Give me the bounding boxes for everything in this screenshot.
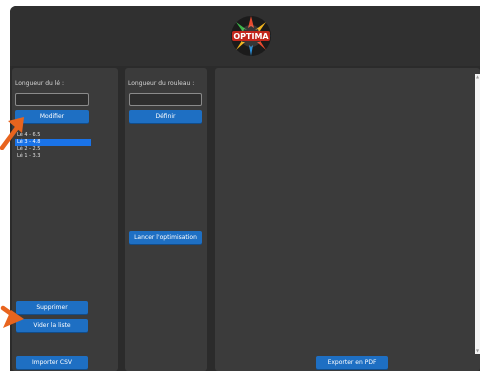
clear-list-button[interactable]: Vider la liste	[16, 319, 88, 332]
roll-input[interactable]	[129, 93, 202, 106]
scroll-down-icon[interactable]: ▼	[475, 348, 480, 354]
export-pdf-button[interactable]: Exporter en PDF	[316, 356, 388, 369]
length-label: Longueur du lé :	[15, 80, 64, 87]
roll-panel: Longueur du rouleau : Définir Lancer l'o…	[125, 68, 207, 371]
define-button[interactable]: Définir	[129, 110, 202, 123]
roll-label: Longueur du rouleau :	[128, 80, 195, 87]
list-item[interactable]: Lé 1 - 3.3	[15, 153, 91, 160]
scroll-up-icon[interactable]: ▲	[475, 74, 480, 80]
import-csv-button[interactable]: Importer CSV	[16, 356, 88, 369]
optima-logo-icon: OPTIMA	[231, 16, 271, 56]
app-window: OPTIMA Longueur du lé : Modifier Lé 4 - …	[10, 6, 480, 371]
header: OPTIMA	[10, 6, 480, 66]
logo-text: OPTIMA	[233, 32, 269, 41]
length-input[interactable]	[15, 93, 89, 106]
run-optimization-button[interactable]: Lancer l'optimisation	[129, 231, 202, 244]
annotation-arrow-icon	[0, 117, 24, 150]
result-canvas-panel: Exporter en PDF	[215, 68, 480, 371]
annotation-arrow-icon	[0, 305, 24, 328]
vertical-scrollbar[interactable]: ▲ ▼	[475, 74, 480, 354]
delete-button[interactable]: Supprimer	[16, 301, 88, 314]
